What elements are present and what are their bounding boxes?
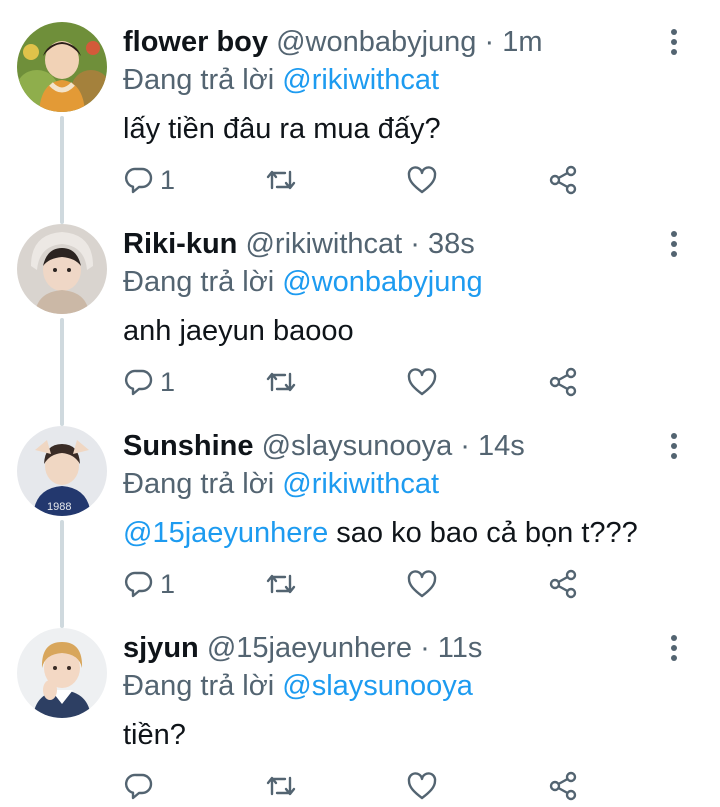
user-handle[interactable]: @15jaeyunhere	[207, 632, 412, 664]
tweet-actions: 1	[0, 162, 720, 198]
user-handle[interactable]: @rikiwithcat	[245, 228, 402, 260]
replying-to-label: Đang trả lời	[123, 468, 275, 500]
replying-to-label: Đang trả lời	[123, 64, 275, 96]
timestamp[interactable]: · 38s	[410, 228, 474, 260]
replying-to-line: Đang trả lời @wonbabyjung	[123, 264, 483, 300]
share-icon	[549, 367, 577, 397]
replying-to-mention[interactable]: @wonbabyjung	[282, 266, 482, 298]
display-name[interactable]: flower boy	[123, 26, 268, 58]
more-options-icon[interactable]	[664, 26, 684, 56]
avatar[interactable]	[17, 628, 107, 718]
tweet[interactable]: sjyun @15jaeyunhere · 11s Đang trả lời @…	[0, 606, 720, 806]
replying-to-label: Đang trả lời	[123, 670, 275, 702]
heart-icon	[407, 570, 437, 598]
tweet-actions	[0, 768, 720, 804]
retweet-button[interactable]	[264, 566, 298, 602]
reply-count: 1	[160, 366, 176, 397]
share-icon	[549, 771, 577, 801]
tweet-header: flower boy @wonbabyjung · 1m	[123, 24, 543, 60]
replying-to-line: Đang trả lời @slaysunooya	[123, 668, 473, 704]
body-text: lấy tiền đâu ra mua đấy?	[123, 113, 441, 145]
retweet-icon	[266, 776, 296, 796]
tweet[interactable]: Riki-kun @rikiwithcat · 38s Đang trả lời…	[0, 202, 720, 402]
share-icon	[549, 165, 577, 195]
body-text: tiền?	[123, 719, 186, 751]
avatar[interactable]	[17, 224, 107, 314]
share-button[interactable]	[548, 162, 578, 198]
timestamp[interactable]: · 14s	[460, 430, 524, 462]
more-options-icon[interactable]	[664, 228, 684, 258]
tweet-text: tiền?	[123, 716, 186, 754]
tweet-header: Riki-kun @rikiwithcat · 38s	[123, 226, 475, 262]
reply-icon	[124, 369, 153, 396]
share-button[interactable]	[548, 364, 578, 400]
avatar[interactable]	[17, 22, 107, 112]
reply-button[interactable]: 1	[124, 364, 175, 400]
heart-icon	[407, 368, 437, 396]
like-button[interactable]	[406, 162, 438, 198]
retweet-button[interactable]	[264, 364, 298, 400]
more-options-icon[interactable]	[664, 430, 684, 460]
retweet-button[interactable]	[264, 162, 298, 198]
reply-icon	[124, 571, 153, 598]
replying-to-mention[interactable]: @rikiwithcat	[282, 468, 439, 500]
heart-icon	[407, 772, 437, 800]
retweet-icon	[266, 372, 296, 392]
replying-to-line: Đang trả lời @rikiwithcat	[123, 62, 439, 98]
retweet-icon	[266, 170, 296, 190]
replying-to-mention[interactable]: @rikiwithcat	[282, 64, 439, 96]
replying-to-line: Đang trả lời @rikiwithcat	[123, 466, 439, 502]
retweet-icon	[266, 574, 296, 594]
timestamp[interactable]: · 1m	[485, 26, 543, 58]
user-handle[interactable]: @slaysunooya	[262, 430, 453, 462]
like-button[interactable]	[406, 566, 438, 602]
replying-to-mention[interactable]: @slaysunooya	[282, 670, 473, 702]
display-name[interactable]: sjyun	[123, 632, 199, 664]
tweet-text: @15jaeyunhere sao ko bao cả bọn t???	[123, 514, 638, 552]
display-name[interactable]: Sunshine	[123, 430, 254, 462]
like-button[interactable]	[406, 768, 438, 804]
tweet[interactable]: flower boy @wonbabyjung · 1m Đang trả lờ…	[0, 0, 720, 200]
svg-text:1988: 1988	[47, 501, 71, 513]
tweet-text: lấy tiền đâu ra mua đấy?	[123, 110, 441, 148]
share-button[interactable]	[548, 566, 578, 602]
share-icon	[549, 569, 577, 599]
body-text: anh jaeyun baooo	[123, 315, 354, 347]
tweet-text: anh jaeyun baooo	[123, 312, 354, 350]
like-button[interactable]	[406, 364, 438, 400]
body-mention[interactable]: @15jaeyunhere	[123, 517, 328, 549]
reply-button[interactable]: 1	[124, 162, 175, 198]
more-options-icon[interactable]	[664, 632, 684, 662]
reply-count: 1	[160, 568, 176, 599]
retweet-button[interactable]	[264, 768, 298, 804]
reply-icon	[124, 167, 153, 194]
reply-count: 1	[160, 164, 176, 195]
tweet-header: sjyun @15jaeyunhere · 11s	[123, 630, 482, 666]
reply-thread: flower boy @wonbabyjung · 1m Đang trả lờ…	[0, 0, 720, 807]
replying-to-label: Đang trả lời	[123, 266, 275, 298]
body-text: sao ko bao cả bọn t???	[328, 517, 638, 549]
timestamp[interactable]: · 11s	[420, 632, 482, 664]
display-name[interactable]: Riki-kun	[123, 228, 237, 260]
reply-button[interactable]: 1	[124, 566, 175, 602]
tweet-header: Sunshine @slaysunooya · 14s	[123, 428, 525, 464]
heart-icon	[407, 166, 437, 194]
tweet[interactable]: 1988 Sunshine @slaysunooya · 14s Đang tr…	[0, 404, 720, 604]
user-handle[interactable]: @wonbabyjung	[276, 26, 476, 58]
tweet-actions: 1	[0, 364, 720, 400]
reply-icon	[124, 773, 153, 800]
avatar[interactable]: 1988	[17, 426, 107, 516]
tweet-actions: 1	[0, 566, 720, 602]
share-button[interactable]	[548, 768, 578, 804]
reply-button[interactable]	[124, 768, 160, 804]
